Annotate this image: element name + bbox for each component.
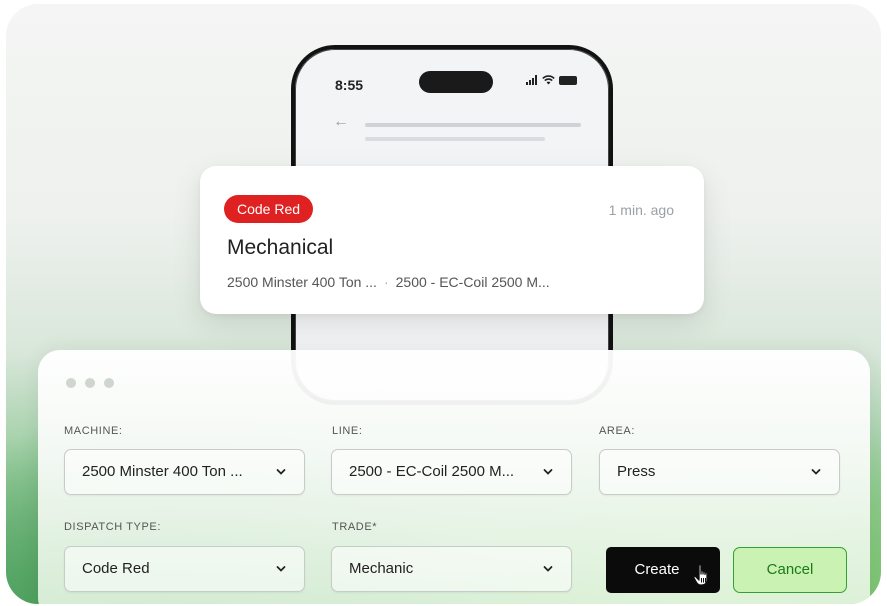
wifi-icon [542,75,555,85]
hero-background: 8:55 ← Code Red 1 min. ago Mechanical 25… [6,4,881,604]
cancel-button[interactable]: Cancel [733,547,847,593]
chevron-down-icon [276,469,286,475]
notification-card[interactable]: Code Red 1 min. ago Mechanical 2500 Mins… [200,166,704,314]
dispatch-type-select[interactable]: Code Red [64,546,305,592]
line-value: 2500 - EC-Coil 2500 M... [349,463,515,480]
window-controls [66,378,114,388]
priority-badge: Code Red [224,195,314,223]
notification-details: 2500 Minster 400 Ton ... · 2500 - EC-Coil … [227,274,550,290]
window-dot [85,378,95,388]
machine-value: 2500 Minster 400 Ton ... [82,463,243,480]
line-label: LINE: [332,425,363,437]
machine-select[interactable]: 2500 Minster 400 Ton ... [64,449,305,495]
area-label: AREA: [599,425,636,437]
status-icons [526,75,577,85]
area-value: Press [617,463,656,480]
placeholder-line [365,123,581,127]
trade-label: TRADE* [332,521,378,533]
line-select[interactable]: 2500 - EC-Coil 2500 M... [331,449,572,495]
area-select[interactable]: Press [599,449,840,495]
notification-time: 1 min. ago [608,202,674,218]
chevron-down-icon [811,469,821,475]
window-dot [66,378,76,388]
machine-label: MACHINE: [64,425,123,437]
trade-value: Mechanic [349,560,414,577]
dispatch-form-window: MACHINE: 2500 Minster 400 Ton ... LINE: … [38,350,870,604]
phone-time: 8:55 [335,77,364,93]
battery-icon [559,75,577,85]
chevron-down-icon [543,469,553,475]
window-dot [104,378,114,388]
separator: · [383,274,389,290]
notification-machine: 2500 Minster 400 Ton ... [227,274,377,290]
dispatch-type-label: DISPATCH TYPE: [64,521,162,533]
chevron-down-icon [543,566,553,572]
hand-cursor-icon [693,564,708,586]
dynamic-island [419,71,493,93]
notification-line: 2500 - EC-Coil 2500 M... [395,274,550,290]
signal-icon [526,75,537,85]
back-arrow-icon[interactable]: ← [333,113,349,131]
placeholder-line [365,137,545,141]
notification-title: Mechanical [227,236,334,259]
chevron-down-icon [276,566,286,572]
trade-select[interactable]: Mechanic [331,546,572,592]
dispatch-type-value: Code Red [82,560,150,577]
